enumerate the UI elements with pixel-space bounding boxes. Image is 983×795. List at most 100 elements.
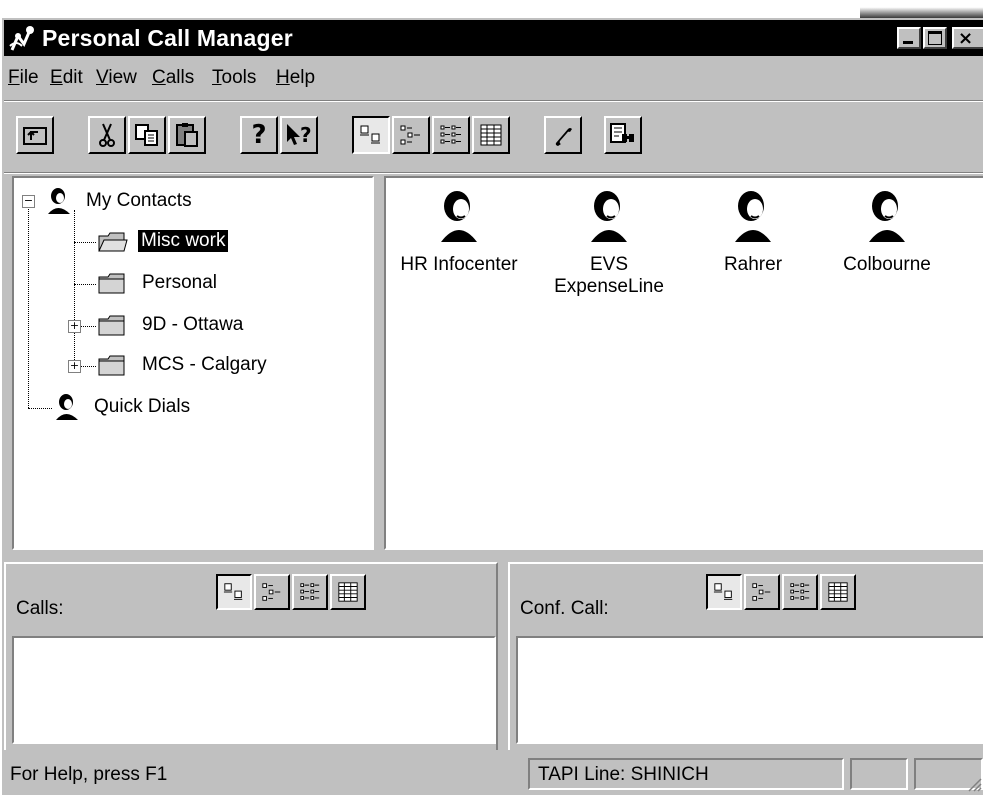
- contact-name: Colbourne: [843, 254, 931, 275]
- conf-call-label: Conf. Call:: [520, 598, 609, 619]
- contact-item[interactable]: Rahrer: [678, 188, 828, 276]
- calls-label: Calls:: [16, 598, 64, 619]
- menu-tools[interactable]: Tools: [212, 67, 256, 89]
- tree-connector: [74, 210, 75, 366]
- small-icons-view-icon: [400, 125, 420, 145]
- window-title: Personal Call Manager: [42, 25, 293, 51]
- tree-item-quick-dials[interactable]: Quick Dials: [94, 396, 190, 418]
- tree-connector: [74, 242, 96, 243]
- folder-icon: [98, 273, 125, 294]
- maximize-button[interactable]: [923, 27, 947, 49]
- status-tapi-line: TAPI Line: SHINICH: [528, 758, 844, 790]
- contact-item[interactable]: HR Infocenter: [384, 188, 534, 276]
- conf-call-list[interactable]: [516, 636, 983, 744]
- details-view-button[interactable]: [472, 116, 510, 154]
- up-folder-button[interactable]: [16, 116, 54, 154]
- large-icons-view-button[interactable]: [352, 116, 390, 154]
- quick-dials-icon: [56, 394, 78, 420]
- help-button[interactable]: ?: [240, 116, 278, 154]
- paste-icon: [176, 123, 198, 147]
- contact-item[interactable]: EVS ExpenseLine: [534, 188, 684, 298]
- menu-help[interactable]: Help: [276, 67, 315, 89]
- conf-call-panel: Conf. Call:: [508, 562, 983, 750]
- help-icon: ?: [251, 120, 267, 150]
- status-cell-empty: [850, 758, 908, 790]
- list-view-icon: [300, 583, 320, 600]
- expand-toggle[interactable]: +: [68, 360, 81, 373]
- small-icons-view-icon: [752, 583, 771, 601]
- list-view-icon: [440, 125, 461, 144]
- svg-text:?: ?: [300, 123, 312, 147]
- tree-item-misc-work[interactable]: Misc work: [136, 229, 230, 253]
- contact-name-line2: ExpenseLine: [554, 276, 664, 297]
- calls-list[interactable]: [12, 636, 496, 744]
- paste-button[interactable]: [168, 116, 206, 154]
- contact-name: Rahrer: [723, 254, 783, 275]
- contact-name: HR Infocenter: [400, 254, 518, 275]
- calls-list-button[interactable]: [292, 574, 328, 610]
- app-icon: [9, 26, 34, 51]
- close-icon: ×: [958, 28, 974, 49]
- minimize-icon: [903, 41, 913, 44]
- conf-large-icons-button[interactable]: [706, 574, 742, 610]
- minimize-button[interactable]: [897, 27, 921, 49]
- conf-details-button[interactable]: [820, 574, 856, 610]
- tree-item-personal[interactable]: Personal: [142, 272, 217, 294]
- expand-toggle[interactable]: +: [68, 320, 81, 333]
- calls-details-button[interactable]: [330, 574, 366, 610]
- find-contact-button[interactable]: [604, 116, 642, 154]
- tree-item-9d-ottawa[interactable]: 9D - Ottawa: [142, 314, 243, 336]
- list-view-button[interactable]: [432, 116, 470, 154]
- dial-button[interactable]: [544, 116, 582, 154]
- contact-name: EVS: [589, 254, 629, 275]
- folder-icon: [98, 355, 125, 376]
- contact-person-icon: [735, 191, 771, 242]
- calls-large-icons-button[interactable]: [216, 574, 252, 610]
- close-button[interactable]: ×: [952, 27, 983, 49]
- large-icons-view-icon: [223, 583, 243, 600]
- tree-root-my-contacts[interactable]: My Contacts: [86, 190, 192, 212]
- menu-view[interactable]: View: [96, 67, 137, 89]
- conf-small-icons-button[interactable]: [744, 574, 780, 610]
- details-view-icon: [338, 582, 358, 602]
- small-icons-view-icon: [262, 583, 281, 601]
- tree-item-mcs-calgary[interactable]: MCS - Calgary: [142, 354, 267, 376]
- large-icons-view-icon: [360, 125, 380, 144]
- context-help-button[interactable]: ?: [280, 116, 318, 154]
- menu-calls[interactable]: Calls: [152, 67, 194, 89]
- details-view-icon: [480, 124, 502, 146]
- tree-connector: [28, 202, 29, 408]
- find-contact-icon: [610, 123, 634, 143]
- folder-icon: [98, 315, 125, 336]
- tree-connector: [28, 408, 52, 409]
- contact-person-icon: [441, 191, 477, 242]
- collapse-toggle[interactable]: −: [22, 195, 35, 208]
- calls-small-icons-button[interactable]: [254, 574, 290, 610]
- tapi-line-text: TAPI Line: SHINICH: [538, 764, 709, 785]
- cut-icon: [99, 123, 115, 147]
- small-icons-view-button[interactable]: [392, 116, 430, 154]
- title-bar[interactable]: Personal Call Manager ×: [4, 20, 983, 56]
- resize-grip-icon[interactable]: [966, 776, 982, 792]
- large-icons-view-icon: [713, 583, 733, 600]
- list-view-icon: [790, 583, 810, 600]
- status-help-text: For Help, press F1: [10, 764, 168, 785]
- open-folder-icon: [98, 232, 128, 252]
- contact-group-icon: [48, 188, 70, 214]
- pane-splitter[interactable]: [4, 552, 983, 562]
- contact-item[interactable]: Colbourne: [812, 188, 962, 276]
- contact-person-icon: [591, 191, 627, 242]
- background-decoration: [860, 0, 983, 18]
- cut-button[interactable]: [88, 116, 126, 154]
- copy-button[interactable]: [128, 116, 166, 154]
- context-help-icon: ?: [287, 123, 312, 147]
- conf-list-button[interactable]: [782, 574, 818, 610]
- menu-file[interactable]: File: [8, 67, 39, 89]
- dial-phone-icon: [555, 128, 572, 146]
- contacts-tree[interactable]: − My Contacts Misc work Personal + 9D - …: [12, 176, 374, 550]
- toolbar-separator: [4, 172, 983, 174]
- menu-separator: [4, 100, 983, 102]
- menu-edit[interactable]: Edit: [50, 67, 83, 89]
- contact-person-icon: [869, 191, 905, 242]
- maximize-icon: [928, 31, 942, 45]
